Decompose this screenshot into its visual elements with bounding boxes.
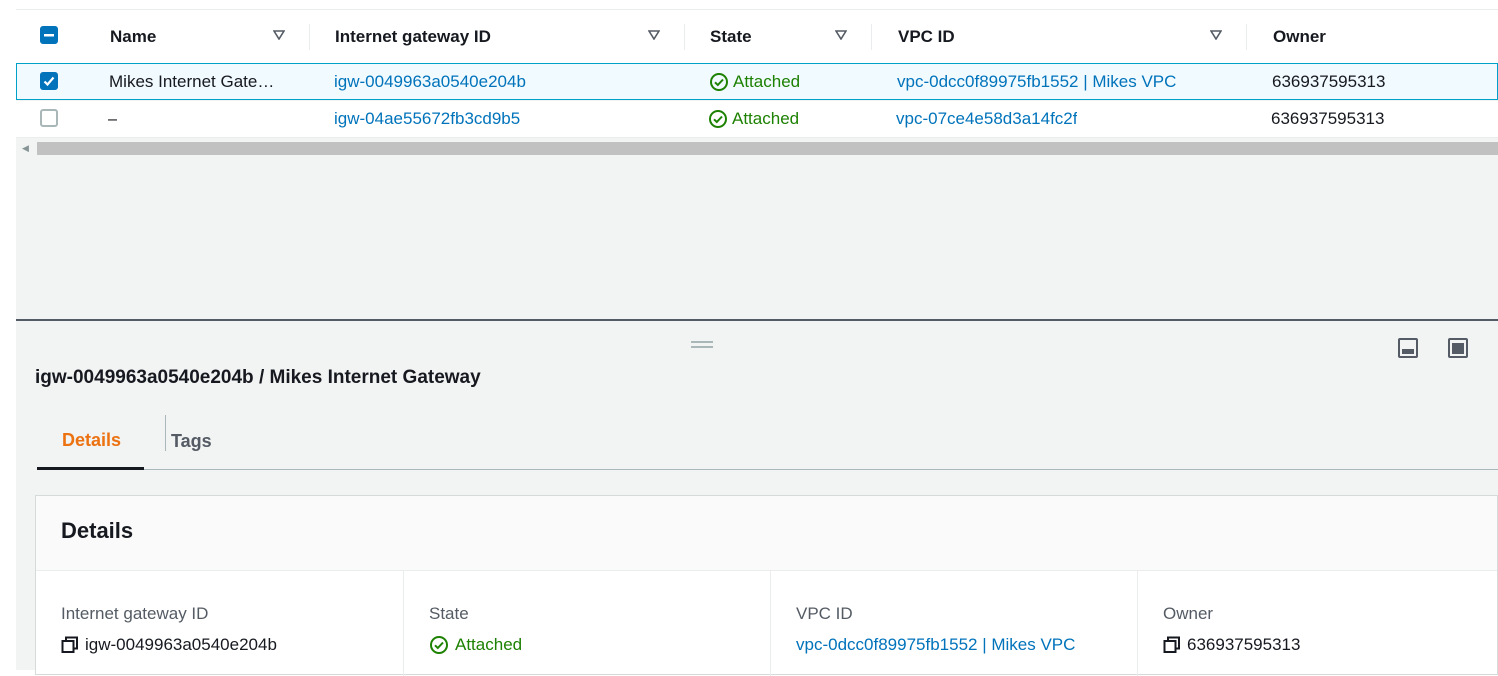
column-header-igw-id[interactable]: Internet gateway ID xyxy=(335,10,491,63)
copy-icon[interactable] xyxy=(1163,636,1181,654)
column-divider[interactable] xyxy=(684,24,685,50)
tab-details[interactable]: Details xyxy=(37,413,144,470)
field-owner: Owner 636937595313 xyxy=(1138,571,1498,676)
column-header-name[interactable]: Name xyxy=(110,10,156,63)
field-label: State xyxy=(429,604,469,623)
field-value: 636937595313 xyxy=(1163,635,1300,655)
tab-divider xyxy=(165,415,166,451)
row-checkbox[interactable] xyxy=(40,109,58,127)
owner-value: 636937595313 xyxy=(1187,635,1301,654)
state-label: Attached xyxy=(732,109,800,128)
check-circle-icon xyxy=(430,636,448,654)
field-value: Attached xyxy=(429,635,522,655)
column-divider[interactable] xyxy=(309,24,310,50)
details-header: Details xyxy=(36,496,1497,571)
field-igw-id: Internet gateway ID igw-0049963a0540e204… xyxy=(36,571,404,676)
sort-icon[interactable] xyxy=(835,30,847,40)
field-value: igw-0049963a0540e204b xyxy=(61,635,277,655)
horizontal-scrollbar[interactable]: ◀ xyxy=(16,140,1498,157)
select-all-checkbox[interactable] xyxy=(40,26,58,44)
column-divider[interactable] xyxy=(1246,24,1247,50)
scrollbar-thumb[interactable] xyxy=(37,142,1498,155)
field-label: Internet gateway ID xyxy=(61,604,209,623)
vpc-id-link[interactable]: vpc-07ce4e58d3a14fc2f xyxy=(896,101,1077,137)
panel-title: igw-0049963a0540e204b / Mikes Internet G… xyxy=(35,367,481,388)
split-panel: igw-0049963a0540e204b / Mikes Internet G… xyxy=(16,319,1498,676)
details-heading: Details xyxy=(61,518,134,543)
tab-tags[interactable]: Tags xyxy=(171,413,212,469)
sort-icon[interactable] xyxy=(1210,30,1222,40)
sort-icon[interactable] xyxy=(648,30,660,40)
field-value: vpc-0dcc0f89975fb1552 | Mikes VPC xyxy=(796,635,1075,655)
owner-value: 636937595313 xyxy=(1272,71,1386,91)
gateways-table: Name Internet gateway ID State VPC ID Ow… xyxy=(16,0,1498,320)
scroll-left-icon[interactable]: ◀ xyxy=(22,143,29,154)
row-checkbox[interactable] xyxy=(40,72,58,90)
copy-icon[interactable] xyxy=(61,636,79,654)
field-label: Owner xyxy=(1163,604,1214,623)
resize-handle[interactable] xyxy=(691,341,713,349)
field-state: State Attached xyxy=(404,571,771,676)
row-name: Mikes Internet Gate… xyxy=(109,71,275,91)
column-divider[interactable] xyxy=(871,24,872,50)
row-name: – xyxy=(108,109,118,128)
state-label: Attached xyxy=(733,71,801,91)
vpc-id-link[interactable]: vpc-0dcc0f89975fb1552 | Mikes VPC xyxy=(796,635,1075,655)
tab-bar: Details Tags xyxy=(37,413,1498,470)
table-row[interactable]: Mikes Internet Gate… igw-0049963a0540e20… xyxy=(16,63,1498,100)
field-vpc-id: VPC ID vpc-0dcc0f89975fb1552 | Mikes VPC xyxy=(771,571,1138,676)
igw-id-link[interactable]: igw-04ae55672fb3cd9b5 xyxy=(334,101,520,137)
table-top-edge xyxy=(16,0,1498,10)
igw-id-value: igw-0049963a0540e204b xyxy=(85,635,277,654)
column-header-state[interactable]: State xyxy=(710,10,752,63)
panel-side-icon[interactable] xyxy=(1447,337,1469,359)
check-circle-icon xyxy=(709,110,727,128)
state-attached: Attached xyxy=(708,101,799,137)
igw-id-link[interactable]: igw-0049963a0540e204b xyxy=(334,64,526,99)
owner-value: 636937595313 xyxy=(1271,109,1385,128)
vpc-id-link[interactable]: vpc-0dcc0f89975fb1552 | Mikes VPC xyxy=(897,64,1176,99)
sort-icon[interactable] xyxy=(273,30,285,40)
details-container: Details Internet gateway ID igw-0049963a… xyxy=(35,495,1498,676)
state-attached: Attached xyxy=(709,64,800,99)
column-header-vpc-id[interactable]: VPC ID xyxy=(898,10,955,63)
column-header-owner[interactable]: Owner xyxy=(1273,10,1326,63)
state-value: Attached xyxy=(455,635,523,654)
panel-bottom-icon[interactable] xyxy=(1397,337,1419,359)
field-label: VPC ID xyxy=(796,604,853,623)
check-circle-icon xyxy=(710,72,728,91)
table-row[interactable]: – igw-04ae55672fb3cd9b5 Attached vpc-07c… xyxy=(16,101,1498,138)
table-header: Name Internet gateway ID State VPC ID Ow… xyxy=(16,10,1498,63)
